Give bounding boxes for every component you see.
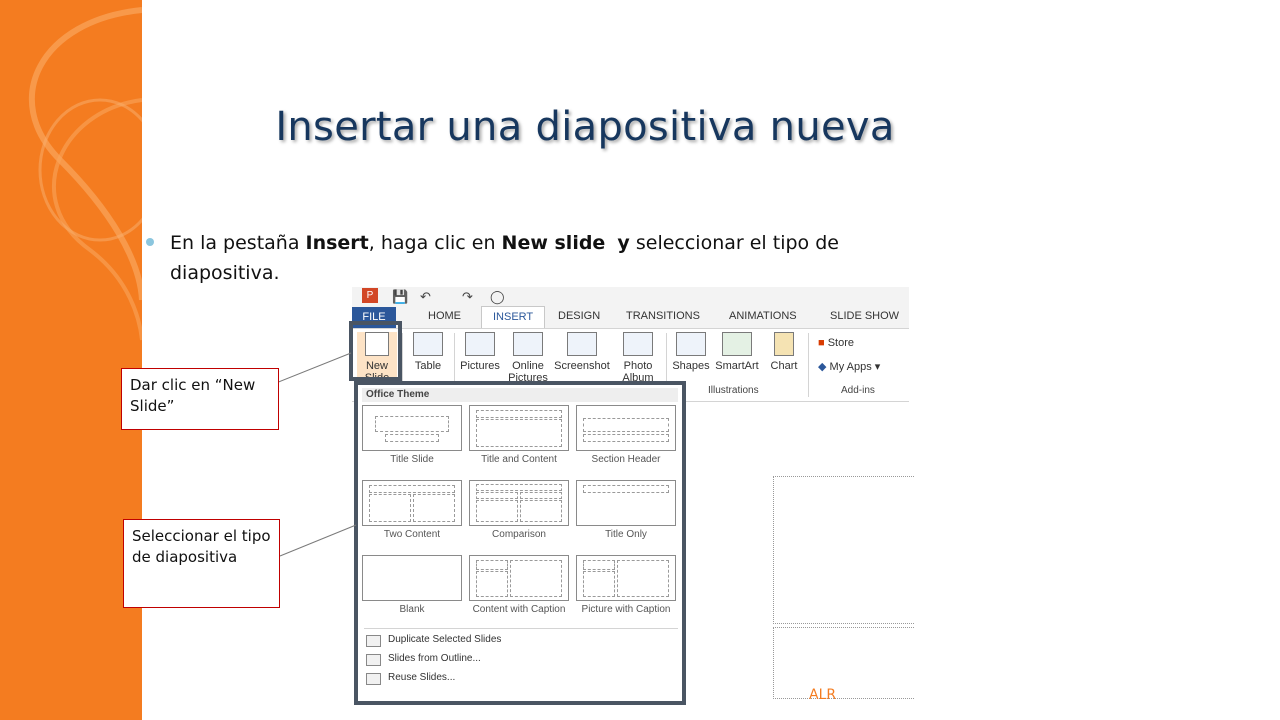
callout-new-slide: Dar clic en “New Slide”	[121, 368, 279, 430]
callout-select-type: Seleccionar el tipo de diapositiva	[123, 519, 280, 608]
callout-connector-lines	[275, 352, 357, 557]
footer-initials: ALR	[809, 687, 837, 703]
